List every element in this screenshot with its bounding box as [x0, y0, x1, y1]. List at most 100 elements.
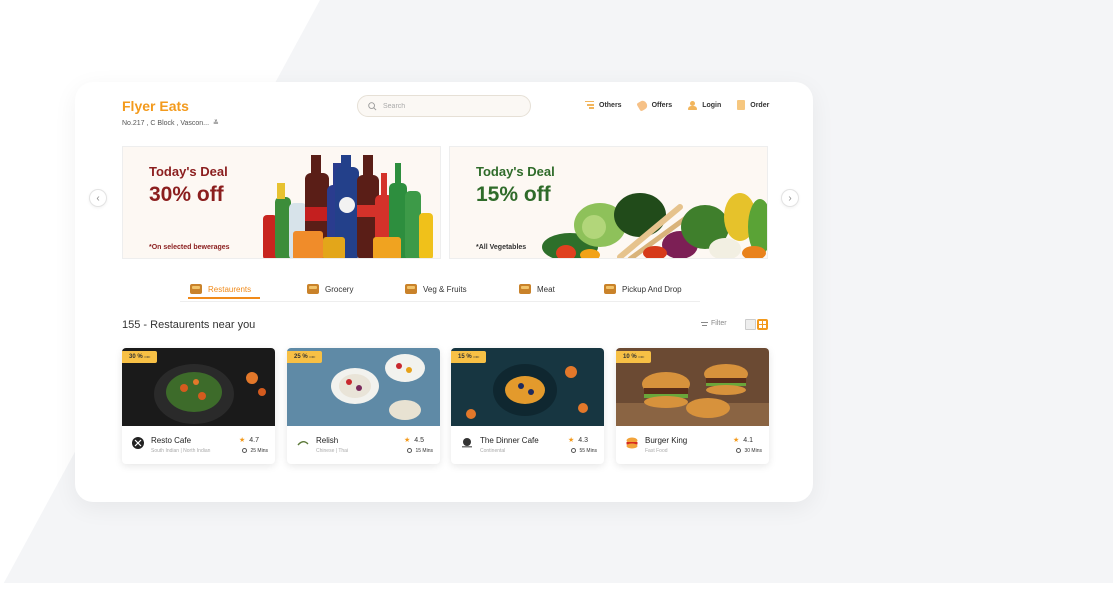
star-icon: ★ [732, 437, 740, 444]
discount-badge: 30 % OFF [122, 351, 158, 363]
restaurant-name: Burger King [645, 436, 688, 445]
restaurant-card[interactable]: 15 % OFF The Dinner Cafe Continental ★ 4.… [451, 348, 604, 464]
restaurant-card[interactable]: 10 % OFF Burger King Fast Food ★ 4.1 30 M… [616, 348, 769, 464]
rating-value: 4.5 [414, 437, 424, 444]
time-value: 55 Mins [579, 448, 597, 454]
discount-suffix: OFF [473, 355, 480, 359]
nav-label: Login [702, 101, 722, 109]
vegetables-image [542, 193, 767, 258]
filter-icon [701, 321, 708, 327]
tab-restaurents[interactable]: Restaurents [187, 284, 261, 299]
nav-offers[interactable]: Offers [635, 98, 673, 112]
restaurant-cuisine: Continental [480, 448, 506, 454]
filter-label: Filter [711, 320, 727, 327]
discount-value: 25 % [294, 354, 308, 360]
star-icon: ★ [567, 437, 575, 444]
restaurant-name: Relish [316, 436, 339, 445]
restaurant-name: Resto Cafe [151, 436, 192, 445]
tab-meat[interactable]: Meat [519, 284, 555, 294]
category-tabs: Restaurents Grocery Veg & Fruits Meat Pi… [180, 284, 700, 302]
discount-badge: 15 % OFF [451, 351, 487, 363]
discount-suffix: OFF [144, 355, 151, 359]
delivery-time: 30 Mins [736, 448, 762, 454]
grid-view-toggle[interactable] [757, 319, 768, 330]
restaurant-logo [132, 437, 144, 449]
search-input[interactable] [383, 102, 523, 110]
clock-icon [242, 448, 248, 453]
list-view-toggle[interactable] [745, 319, 756, 330]
chevron-right-icon: › [788, 192, 792, 204]
deal-banner-vegetables[interactable]: Today's Deal 15% off *All Vegetables [449, 146, 768, 259]
tab-label: Veg & Fruits [423, 284, 467, 294]
restaurant-cuisine: Chinese | Thai [316, 448, 349, 454]
clock-icon [736, 448, 742, 453]
time-value: 15 Mins [415, 448, 433, 454]
search-icon [368, 101, 377, 110]
pickup-drop-icon [604, 284, 616, 294]
veg-fruits-icon [405, 284, 417, 294]
search-bar[interactable] [357, 95, 531, 117]
restaurant-rating: ★ 4.3 [568, 436, 588, 444]
nav-label: Others [599, 101, 622, 109]
beverage-bottles-image [263, 155, 433, 258]
nav-login[interactable]: Login [688, 100, 721, 110]
address-text: No.217 , C Block , Vascon... [122, 120, 210, 127]
clock-icon [407, 448, 413, 453]
carousel-next-button[interactable]: › [781, 189, 799, 207]
delivery-time: 15 Mins [407, 448, 433, 454]
top-nav: Others Offers Login Order [585, 98, 769, 112]
restaurant-rating: ★ 4.5 [404, 436, 424, 444]
tab-grocery[interactable]: Grocery [307, 284, 353, 294]
restaurant-logo [462, 438, 472, 448]
deal-banner-beverages[interactable]: Today's Deal 30% off *On selected bewera… [122, 146, 441, 259]
time-value: 25 Mins [250, 448, 268, 454]
nav-label: Offers [651, 101, 673, 109]
tab-label: Grocery [325, 284, 354, 294]
restaurant-cuisine: Fast Food [645, 448, 668, 454]
tab-veg-fruits[interactable]: Veg & Fruits [405, 284, 467, 294]
tag-icon [635, 98, 649, 112]
nav-others[interactable]: Others [585, 100, 622, 110]
background-strip [0, 583, 1113, 593]
listing-title: 155 - Restaurents near you [122, 319, 256, 331]
banner-title: Today's Deal [149, 164, 228, 179]
nav-label: Order [750, 101, 770, 109]
rating-value: 4.1 [743, 437, 753, 444]
restaurant-name: The Dinner Cafe [480, 436, 539, 445]
banner-note: *On selected bewerages [149, 244, 230, 251]
filter-button[interactable]: Filter [701, 320, 727, 327]
rating-value: 4.7 [249, 437, 259, 444]
grocery-icon [307, 284, 319, 294]
discount-suffix: OFF [309, 355, 316, 359]
brand-logo[interactable]: Flyer Eats [122, 98, 189, 114]
clock-icon [571, 448, 577, 453]
discount-badge: 25 % OFF [287, 351, 323, 363]
banner-note: *All Vegetables [476, 244, 527, 251]
star-icon: ★ [238, 437, 246, 444]
nav-order[interactable]: Order [737, 100, 769, 110]
discount-value: 15 % [458, 354, 472, 360]
star-icon: ★ [403, 437, 411, 444]
restaurant-cuisine: South Indian | North Indian [151, 448, 211, 454]
chevron-down-icon: ≚ [212, 120, 219, 127]
rating-value: 4.3 [578, 437, 588, 444]
chevron-left-icon: ‹ [96, 192, 100, 204]
delivery-address[interactable]: No.217 , C Block , Vascon... ≚ [122, 119, 219, 127]
restaurant-logo [297, 441, 309, 446]
restaurant-rating: ★ 4.1 [733, 436, 753, 444]
tab-pickup-drop[interactable]: Pickup And Drop [604, 284, 682, 294]
restaurant-card[interactable]: 30 % OFF Resto Cafe South Indian | North… [122, 348, 275, 464]
banner-title: Today's Deal [476, 164, 555, 179]
discount-value: 30 % [129, 354, 143, 360]
tab-label: Pickup And Drop [622, 284, 682, 294]
restaurant-rating: ★ 4.7 [239, 436, 259, 444]
restaurant-card[interactable]: 25 % OFF Relish Chinese | Thai ★ 4.5 15 M… [287, 348, 440, 464]
tab-label: Restaurents [208, 284, 252, 294]
time-value: 30 Mins [744, 448, 762, 454]
user-icon [688, 100, 698, 110]
bag-icon [737, 100, 746, 110]
delivery-time: 55 Mins [571, 448, 597, 454]
discount-value: 10 % [623, 354, 637, 360]
discount-badge: 10 % OFF [616, 351, 652, 363]
carousel-prev-button[interactable]: ‹ [89, 189, 107, 207]
